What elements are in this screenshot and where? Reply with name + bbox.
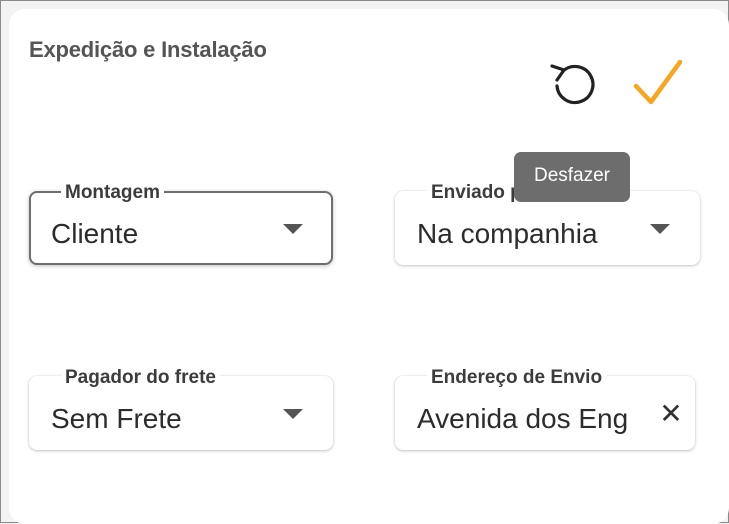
pagador-frete-value: Sem Frete	[51, 403, 182, 434]
confirm-button[interactable]	[630, 56, 686, 110]
chevron-down-icon[interactable]	[650, 224, 670, 234]
montagem-label: Montagem	[61, 182, 164, 204]
page-title: Expedição e Instalação	[29, 37, 267, 62]
endereco-envio-field[interactable]: Endereço de Envio Avenida dos Eng ✕	[395, 367, 695, 450]
endereco-envio-label: Endereço de Envio	[427, 367, 607, 389]
chevron-down-icon[interactable]	[283, 409, 303, 419]
montagem-value: Cliente	[51, 218, 139, 249]
enviado-para-select[interactable]: Enviado para Na companhia	[395, 182, 700, 265]
pagador-frete-select[interactable]: Pagador do frete Sem Frete	[29, 367, 333, 450]
chevron-down-icon[interactable]	[283, 224, 303, 234]
undo-icon	[550, 64, 595, 105]
endereco-envio-value: Avenida dos Eng	[417, 403, 629, 434]
undo-tooltip: Desfazer	[514, 152, 630, 202]
pagador-frete-label: Pagador do frete	[61, 367, 220, 389]
undo-button[interactable]	[543, 58, 601, 110]
enviado-para-value: Na companhia	[417, 218, 598, 249]
check-icon	[633, 59, 683, 105]
close-icon[interactable]: ✕	[659, 400, 683, 428]
montagem-select[interactable]: Montagem Cliente	[29, 182, 333, 265]
